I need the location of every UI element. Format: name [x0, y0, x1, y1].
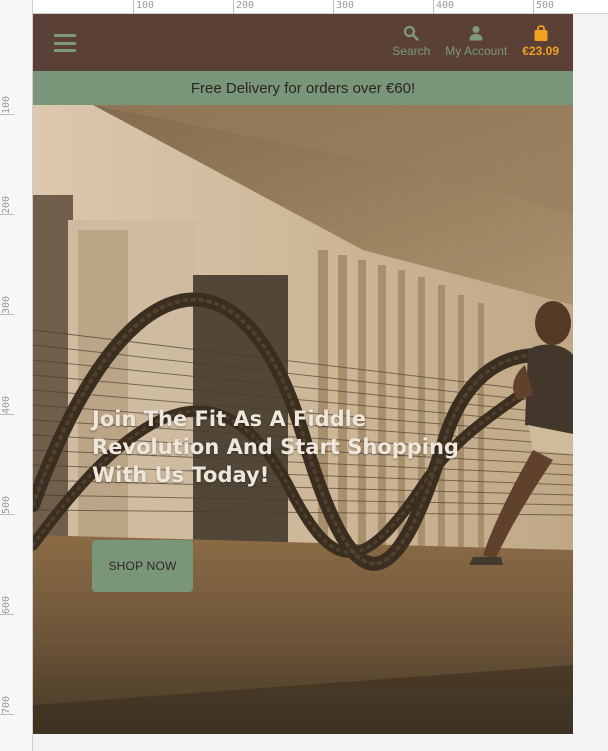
ruler-left-tick — [0, 714, 14, 715]
hamburger-line — [54, 41, 76, 45]
cart-total: €23.09 — [522, 44, 559, 58]
ruler-top-label: 100 — [136, 0, 155, 11]
shop-now-label: SHOP NOW — [108, 559, 177, 573]
hero-section: Join The Fit As A Fiddle Revolution And … — [33, 105, 573, 734]
shopping-bag-icon — [532, 24, 550, 42]
ruler-left-label: 100 — [1, 95, 12, 114]
site-header: Search My Account €23.09 — [33, 14, 573, 71]
ruler-top-label: 400 — [436, 0, 455, 11]
free-delivery-banner: Free Delivery for orders over €60! — [33, 71, 573, 105]
ruler-top-tick — [233, 0, 234, 14]
free-delivery-text: Free Delivery for orders over €60! — [190, 79, 416, 97]
ruler-left-label: 500 — [1, 495, 12, 514]
search-label: Search — [392, 44, 431, 58]
ruler-left-label: 600 — [1, 595, 12, 614]
ruler-left-tick — [0, 414, 14, 415]
ruler-top-tick — [533, 0, 534, 14]
ruler-top-label: 500 — [536, 0, 555, 11]
ruler-top: 100 200 300 400 500 — [0, 0, 608, 14]
ruler-left-label: 700 — [1, 695, 12, 714]
ruler-left: 100 200 300 400 500 600 700 — [0, 0, 33, 751]
ruler-top-tick — [133, 0, 134, 14]
hamburger-line — [54, 49, 76, 52]
ruler-left-label: 300 — [1, 295, 12, 314]
ruler-top-label: 300 — [336, 0, 355, 11]
hamburger-line — [54, 34, 76, 37]
ruler-left-tick — [0, 314, 14, 315]
header-nav: Search My Account €23.09 — [392, 24, 559, 58]
my-account-label: My Account — [445, 44, 508, 58]
my-account-button[interactable]: My Account — [445, 24, 507, 58]
hero-headline: Join The Fit As A Fiddle Revolution And … — [92, 407, 459, 487]
ruler-left-label: 400 — [1, 395, 12, 414]
ruler-top-label: 200 — [236, 0, 255, 11]
shop-now-button[interactable]: SHOP NOW — [92, 540, 193, 592]
search-button[interactable]: Search — [392, 24, 430, 58]
ruler-left-tick — [0, 614, 14, 615]
ruler-left-tick — [0, 114, 14, 115]
ruler-left-label: 200 — [1, 195, 12, 214]
user-icon — [467, 24, 485, 42]
hamburger-icon[interactable] — [54, 34, 76, 52]
ruler-top-tick — [333, 0, 334, 14]
ruler-top-tick — [433, 0, 434, 14]
ruler-left-tick — [0, 514, 14, 515]
ruler-left-tick — [0, 214, 14, 215]
cart-button[interactable]: €23.09 — [522, 24, 559, 58]
page-viewport: Search My Account €23.09 Free Delivery f… — [33, 14, 573, 734]
search-icon — [402, 24, 420, 42]
